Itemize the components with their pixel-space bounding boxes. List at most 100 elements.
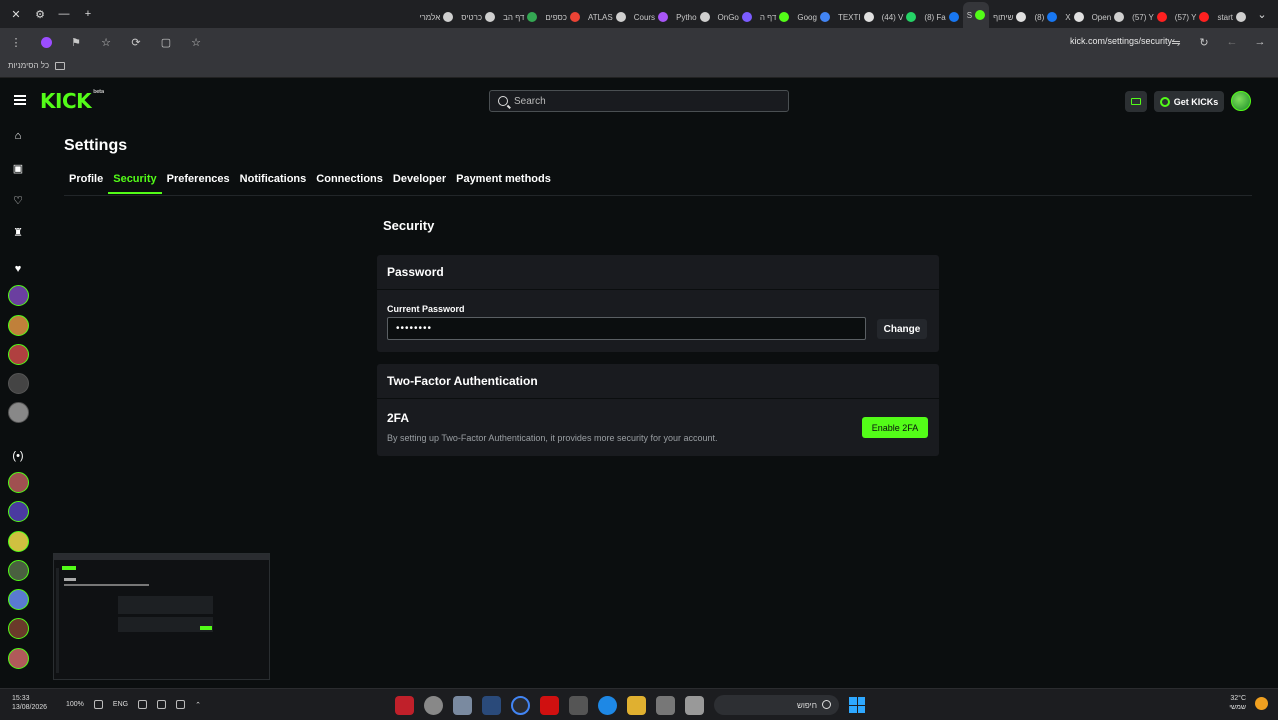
- browser-tab[interactable]: שיתוף: [989, 6, 1030, 28]
- app-icon[interactable]: [656, 695, 675, 715]
- store-icon[interactable]: [569, 695, 588, 715]
- close-window-button[interactable]: ✕: [4, 3, 28, 25]
- temperature: 32°C: [1230, 695, 1246, 702]
- search-input[interactable]: [514, 95, 764, 107]
- browser-tab[interactable]: OnGo: [714, 6, 756, 28]
- recommended-channel-avatar[interactable]: [8, 618, 29, 639]
- recommended-channel-avatar[interactable]: [8, 589, 29, 610]
- user-avatar[interactable]: [1231, 91, 1251, 111]
- tab-developer[interactable]: Developer: [388, 172, 451, 194]
- chrome-icon[interactable]: [511, 695, 530, 715]
- site-settings-icon[interactable]: ⇋: [1168, 34, 1184, 50]
- recommended-channel-avatar[interactable]: [8, 531, 29, 552]
- thumb-logo: [62, 566, 76, 570]
- browser-tab[interactable]: כרטיס: [457, 6, 499, 28]
- recommended-channel-avatar[interactable]: [8, 501, 29, 522]
- app-icon[interactable]: [395, 695, 414, 715]
- mic-icon[interactable]: [157, 700, 167, 709]
- tab-security[interactable]: Security: [108, 172, 162, 194]
- tab-notifications[interactable]: Notifications: [235, 172, 312, 194]
- browser-tab[interactable]: Pytho: [672, 6, 713, 28]
- browser-tab[interactable]: (8): [1030, 6, 1061, 28]
- address-bar[interactable]: kick.com/settings/security: [1070, 36, 1172, 46]
- browser-tab[interactable]: אלמרי: [415, 6, 457, 28]
- current-password-field[interactable]: ••••••••: [387, 317, 866, 340]
- recommended-channel-avatar[interactable]: [8, 648, 29, 669]
- browser-tab[interactable]: (8) Fa: [920, 6, 962, 28]
- recommended-channel-avatar[interactable]: [8, 560, 29, 581]
- change-password-button[interactable]: Change: [877, 319, 927, 339]
- tab-connections[interactable]: Connections: [311, 172, 388, 194]
- file-explorer-icon[interactable]: [627, 695, 646, 715]
- reload-icon[interactable]: ↻: [1196, 34, 1212, 50]
- browser-tab[interactable]: (57) Y: [1128, 6, 1171, 28]
- browser-tab[interactable]: ATLAS: [584, 6, 630, 28]
- hamburger-menu-icon[interactable]: [14, 95, 26, 105]
- followed-channel-avatar[interactable]: [8, 344, 29, 365]
- steam-icon[interactable]: [482, 695, 501, 715]
- app-icon[interactable]: [540, 695, 559, 715]
- followed-channel-avatar[interactable]: [8, 402, 29, 423]
- keyboard-icon[interactable]: [138, 700, 148, 709]
- extension-icon[interactable]: ⚑: [68, 34, 84, 50]
- tab-favicon-icon: [443, 12, 454, 22]
- leaderboard-icon[interactable]: ♜: [11, 225, 25, 239]
- tray-overflow-icon[interactable]: ⌃: [195, 701, 201, 709]
- browser-tab[interactable]: start: [1213, 6, 1250, 28]
- sync-icon[interactable]: ⟳: [128, 34, 144, 50]
- edge-icon[interactable]: [598, 695, 617, 715]
- browser-tab[interactable]: Open: [1088, 6, 1129, 28]
- chat-button[interactable]: [1125, 91, 1147, 112]
- followed-channel-avatar[interactable]: [8, 285, 29, 306]
- recommended-channel-avatar[interactable]: [8, 472, 29, 493]
- followed-channel-avatar[interactable]: [8, 373, 29, 394]
- browser-tab[interactable]: (44) V: [878, 6, 921, 28]
- kick-logo[interactable]: KICK beta: [40, 89, 104, 113]
- favorites-icon[interactable]: ☆: [98, 34, 114, 50]
- browser-tab-label: אלמרי: [419, 12, 441, 22]
- windows-start-icon[interactable]: [849, 697, 865, 713]
- window-preview-thumbnail[interactable]: [53, 553, 270, 680]
- profile-icon[interactable]: [38, 34, 54, 50]
- browser-tab[interactable]: כספים: [541, 6, 584, 28]
- browser-tab[interactable]: TEXTI: [834, 6, 878, 28]
- following-icon[interactable]: ♡: [11, 193, 25, 207]
- browser-tab[interactable]: דף ה: [756, 6, 793, 28]
- browser-tab-label: כספים: [545, 12, 567, 22]
- tab-preferences[interactable]: Preferences: [162, 172, 235, 194]
- clock[interactable]: 15:33 13/08/2026: [12, 694, 47, 712]
- menu-icon[interactable]: ⋮: [8, 34, 24, 50]
- app-icon[interactable]: [424, 695, 443, 715]
- new-tab-button[interactable]: +: [76, 3, 100, 25]
- weather-widget[interactable]: 32°C שמשי: [1229, 694, 1246, 712]
- language-indicator[interactable]: ENG: [113, 701, 128, 708]
- tab-profile[interactable]: Profile: [64, 172, 108, 194]
- forward-icon[interactable]: ←: [1224, 34, 1240, 50]
- volume-icon[interactable]: [93, 700, 103, 709]
- home-icon[interactable]: ⌂: [11, 129, 25, 143]
- browser-tab[interactable]: S: [962, 2, 990, 28]
- browser-tab[interactable]: (57) Y: [1171, 6, 1214, 28]
- get-kicks-button[interactable]: Get KICKs: [1154, 91, 1224, 112]
- tab-search-icon[interactable]: ⌄: [1250, 3, 1274, 25]
- browse-icon[interactable]: ▣: [11, 161, 25, 175]
- followed-channel-avatar[interactable]: [8, 315, 29, 336]
- battery-label[interactable]: 100%: [66, 701, 84, 708]
- taskbar-search[interactable]: חיפוש: [714, 695, 839, 715]
- browser-tab[interactable]: Goog: [793, 6, 834, 28]
- browser-tab[interactable]: דף הב: [499, 6, 541, 28]
- all-bookmarks-folder[interactable]: כל הסימניות: [8, 61, 66, 70]
- minimize-button[interactable]: —: [52, 3, 76, 25]
- browser-tab[interactable]: X: [1061, 6, 1087, 28]
- back-icon[interactable]: →: [1252, 34, 1268, 50]
- settings-app-icon[interactable]: [453, 695, 472, 715]
- browser-tab[interactable]: Cours: [630, 6, 672, 28]
- bookmark-star-icon[interactable]: ☆: [188, 34, 204, 50]
- chrome-profile-icon[interactable]: ⚙: [28, 3, 52, 25]
- enable-2fa-button[interactable]: Enable 2FA: [862, 417, 928, 438]
- cloud-icon[interactable]: [176, 700, 186, 709]
- tab-payment-methods[interactable]: Payment methods: [451, 172, 556, 194]
- screenshot-icon[interactable]: ▢: [158, 34, 174, 50]
- app-icon[interactable]: [685, 695, 704, 715]
- search-bar[interactable]: [489, 90, 789, 112]
